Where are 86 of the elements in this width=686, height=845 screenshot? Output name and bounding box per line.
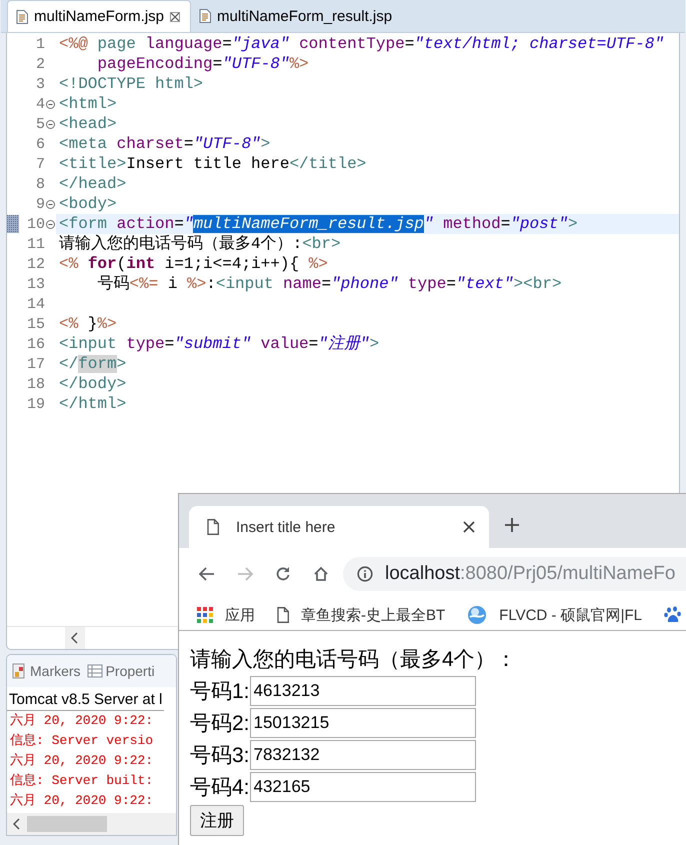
table-icon: [86, 663, 103, 679]
line-number: 12: [26, 256, 45, 272]
collapse-icon[interactable]: [46, 120, 55, 128]
line-number: 14: [26, 296, 45, 312]
bookmark[interactable]: 章鱼搜索-史上最全BT: [277, 606, 446, 624]
url-text: localhost:8080/Prj05/multiNameFo: [385, 563, 676, 585]
editor-tab[interactable]: multiNameForm_result.jsp: [191, 0, 402, 32]
code-line: 请输入您的电话号码（最多4个）:<br>: [58, 234, 342, 254]
file-icon: [199, 9, 212, 23]
line-marker-icon: [7, 215, 19, 233]
info-icon[interactable]: [357, 566, 373, 582]
phone-field[interactable]: 15013215: [250, 708, 476, 738]
phone-field[interactable]: 4613213: [250, 676, 476, 706]
submit-button[interactable]: 注册: [190, 805, 244, 836]
bookmark[interactable]: FLVCD - 硕鼠官网|FL: [467, 605, 642, 625]
line-number: 8: [34, 176, 45, 192]
line-number: 4: [34, 96, 45, 112]
code-line: <title>Insert title here</title>: [58, 154, 368, 174]
code-line: <meta charset="UTF-8">: [58, 134, 272, 154]
page-icon: [277, 607, 289, 623]
line-number: 19: [26, 396, 45, 412]
line-number: 16: [26, 336, 45, 352]
code-line: <% }%>: [58, 314, 118, 334]
console-title: Tomcat v8.5 Server at l: [7, 687, 164, 711]
scroll-left-icon[interactable]: [13, 818, 21, 830]
console-line: 六月 20, 2020 9:22:: [9, 752, 154, 770]
editor-tab[interactable]: multiNameForm.jsp: [7, 0, 192, 32]
collapse-icon[interactable]: [46, 220, 55, 228]
code-line: </form>: [58, 354, 128, 374]
code-line: <body>: [58, 194, 118, 214]
code-line: <head>: [58, 114, 118, 134]
code-line: 号码<%= i %>:<input name="phone" type="text"><br>: [96, 274, 563, 294]
back-arrow-icon[interactable]: [199, 567, 215, 581]
address-bar[interactable]: localhost:8080/Prj05/multiNameFo: [343, 557, 686, 591]
line-number: 18: [26, 376, 45, 392]
collapse-icon[interactable]: [46, 100, 55, 108]
line-number: 15: [26, 316, 45, 332]
form-heading: 请输入您的电话号码（最多4个）：: [190, 647, 518, 673]
code-line: <% for(int i=1;i<=4;i++){ %>: [58, 254, 329, 274]
scrollbar-thumb[interactable]: [27, 816, 107, 832]
file-icon: [16, 10, 28, 24]
globe-icon: [467, 605, 488, 625]
close-icon[interactable]: [170, 12, 180, 22]
console-line: 六月 20, 2020 9:22:: [9, 712, 154, 730]
line-number: 7: [34, 156, 45, 172]
code-line: <html>: [58, 94, 118, 114]
apps-grid-icon: [197, 607, 213, 623]
markers-icon: [11, 663, 27, 679]
line-number: 13: [26, 276, 45, 292]
phone-field[interactable]: 432165: [250, 772, 476, 802]
line-number: 17: [26, 356, 45, 372]
code-line: <!DOCTYPE html>: [58, 74, 204, 94]
view-tab[interactable]: Properti: [84, 663, 157, 679]
code-line: <%@ page language="java" contentType="text/html; charset=UTF-8": [58, 34, 665, 54]
reload-icon[interactable]: [275, 566, 291, 582]
line-number: 5: [34, 116, 45, 132]
line-number: 6: [34, 136, 45, 152]
line-number: 11: [26, 236, 45, 252]
code-line: </body>: [58, 374, 128, 394]
console-line: 信息: Server built:: [9, 772, 154, 790]
code-line: <input type="submit" value="注册">: [58, 334, 380, 354]
console-line: 六月 20, 2020 9:22:: [9, 792, 154, 810]
page-icon: [207, 519, 219, 535]
field-label: 号码2:: [190, 711, 250, 737]
line-number: 1: [34, 36, 45, 52]
close-icon[interactable]: [463, 521, 475, 533]
field-label: 号码4:: [190, 775, 250, 801]
browser-tab[interactable]: Insert title here: [189, 506, 489, 548]
field-label: 号码3:: [190, 743, 250, 769]
console-line: 信息: Server versio: [9, 732, 154, 750]
bookmark[interactable]: 应用: [197, 606, 255, 624]
field-label: 号码1:: [190, 679, 250, 705]
paw-icon[interactable]: [664, 606, 682, 624]
scroll-left-icon[interactable]: [71, 632, 79, 644]
code-line: </html>: [58, 394, 128, 414]
line-number: 10: [26, 216, 45, 232]
code-line: </head>: [58, 174, 128, 194]
line-number: 9: [34, 196, 45, 212]
home-icon[interactable]: [313, 566, 329, 582]
code-line: pageEncoding="UTF-8"%>: [96, 54, 310, 74]
plus-icon[interactable]: [505, 518, 519, 532]
collapse-icon[interactable]: [46, 200, 55, 208]
line-number: 3: [34, 76, 45, 92]
view-tab[interactable]: Markers: [9, 663, 83, 679]
line-number: 2: [34, 56, 45, 72]
phone-field[interactable]: 7832132: [250, 740, 476, 770]
